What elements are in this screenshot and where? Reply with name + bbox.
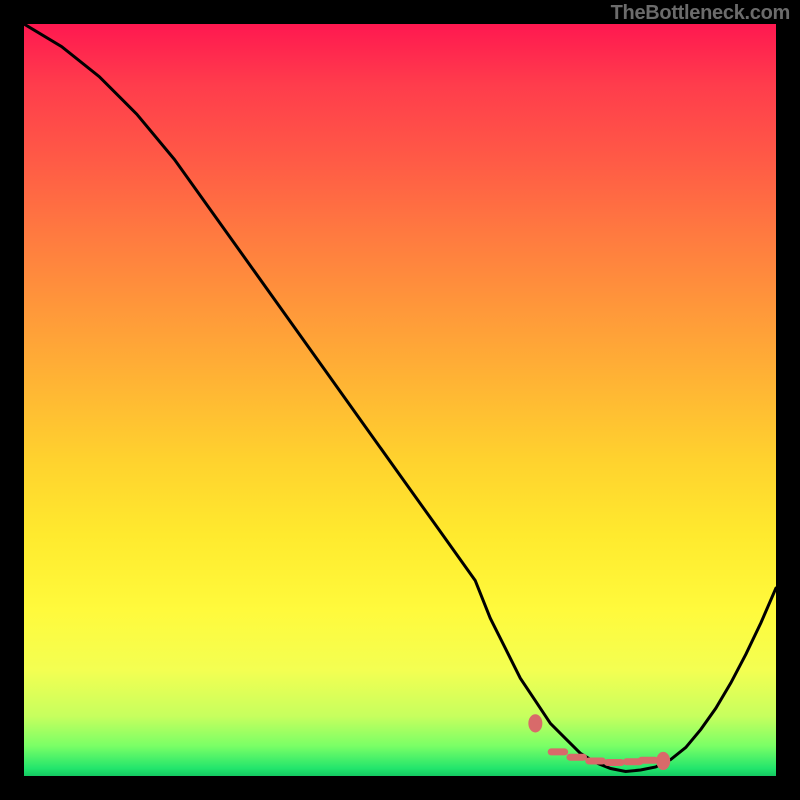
plot-area	[24, 24, 776, 776]
curve-layer	[24, 24, 776, 776]
chart-frame: TheBottleneck.com	[0, 0, 800, 800]
data-curve	[24, 24, 776, 772]
source-label: TheBottleneck.com	[611, 2, 790, 25]
